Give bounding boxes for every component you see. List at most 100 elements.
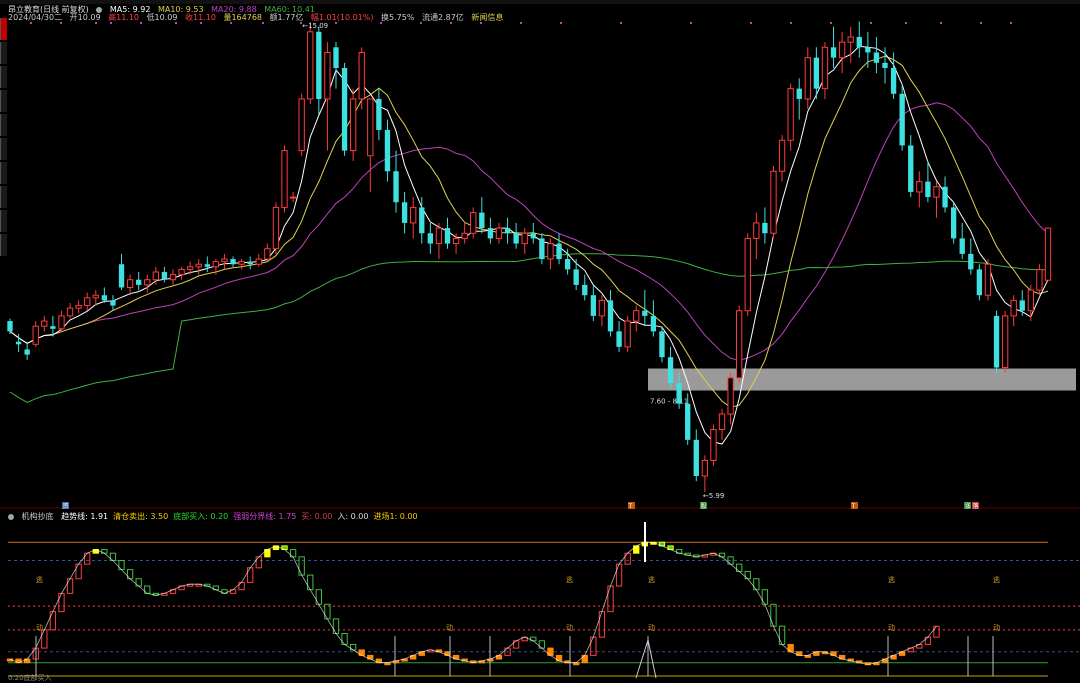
indicator-bar <box>49 611 57 631</box>
candle-body-up <box>186 266 194 270</box>
buy-spike <box>635 638 657 679</box>
candle-body-down <box>582 284 588 296</box>
indicator-bar <box>933 625 940 638</box>
candle-body-down <box>813 57 820 89</box>
ma10-line <box>9 55 1049 408</box>
candle-body-down <box>136 279 142 285</box>
signal-dot <box>200 22 202 24</box>
indicator-bar <box>770 603 777 627</box>
candle-body-up <box>1001 315 1009 369</box>
sell-signal-label: 逃 <box>566 575 573 584</box>
candle-body-down <box>341 67 348 151</box>
indicator-bar <box>761 589 769 605</box>
indicator-bar <box>247 567 254 583</box>
candle-body-up <box>727 377 734 415</box>
candle-body-up <box>624 320 631 348</box>
indicator-item-0: 趋势线: 1.91 <box>61 512 109 521</box>
indicator-bar <box>332 618 340 635</box>
candle-body-up <box>75 305 82 309</box>
candle-body-up <box>744 237 751 312</box>
candle-body-up <box>169 274 177 281</box>
candle-body-up <box>701 459 709 477</box>
candle-body-up <box>289 196 297 199</box>
signal-dot <box>110 22 112 24</box>
candle-body-down <box>556 243 562 260</box>
candle-body-down <box>333 47 339 68</box>
candle-body-down <box>504 228 511 234</box>
signal-dot <box>230 22 232 24</box>
candlestick-chart[interactable]: 7.60 - 8.11 ←15.09 ←5.99 资 T 股 T 涨落逃 逃 逃 逃 逃动 动 动 动 动 动 <box>0 0 1080 681</box>
signal-dot <box>980 22 982 24</box>
indicator-bar <box>624 552 631 565</box>
marker-text: T <box>628 503 633 510</box>
candle-body-up <box>281 150 288 208</box>
candle-body-down <box>161 271 168 280</box>
candle-body-up <box>452 237 460 245</box>
indicator-bar <box>615 563 623 587</box>
candle-body-up <box>212 261 220 268</box>
ma20-line <box>9 102 1049 361</box>
indicator-bar <box>298 556 305 576</box>
indicator-bar <box>598 611 606 638</box>
candle-body-down <box>444 228 451 244</box>
candle-body-up <box>152 271 159 281</box>
marker-text: T <box>851 503 856 510</box>
signal-dot <box>620 22 622 24</box>
signal-dot <box>300 22 302 24</box>
candle-body-down <box>667 357 674 384</box>
candle-body-down <box>564 259 571 270</box>
candle-body-up <box>410 206 417 224</box>
signal-dot <box>450 22 452 24</box>
candle-body-down <box>642 310 648 316</box>
candle-body-up <box>349 98 357 152</box>
candle-body-down <box>873 52 880 63</box>
candle-body-up <box>178 268 185 276</box>
candle-body-down <box>204 264 210 267</box>
candle-body-up <box>435 227 443 245</box>
signal-dot <box>905 22 907 24</box>
candle-body-up <box>787 88 794 141</box>
candle-body-down <box>573 269 579 285</box>
indicator-dot-icon[interactable] <box>8 513 14 520</box>
indicator-bar <box>58 592 65 613</box>
marker-text: 股 <box>701 503 707 510</box>
signal-dot <box>790 22 792 24</box>
candle-body-up <box>324 51 331 100</box>
candle-body-down <box>419 207 425 234</box>
candle-body-down <box>110 300 116 306</box>
candle-body-up <box>58 315 65 330</box>
candle-body-up <box>272 206 280 250</box>
buy-signal-label: 动 <box>446 623 453 632</box>
indicator-item-2: 底部买入: 0.20 <box>173 512 229 521</box>
buy-signal-label: 动 <box>36 623 43 632</box>
signal-dot <box>380 22 382 24</box>
candle-body-up <box>358 51 365 100</box>
signal-dot <box>175 22 177 24</box>
candle-body-down <box>762 222 768 234</box>
candle-body-up <box>598 299 606 317</box>
signal-dot <box>940 22 942 24</box>
candle-body-down <box>384 129 391 172</box>
signal-dot <box>335 22 337 24</box>
signal-dot <box>830 22 832 24</box>
candle-body-up <box>66 307 74 317</box>
candle-body-up <box>521 232 528 245</box>
signal-dot <box>95 22 97 24</box>
candle-body-down <box>513 233 519 244</box>
candle-body-down <box>685 403 691 440</box>
candle-body-up <box>126 279 134 288</box>
candle-body-up <box>933 186 940 198</box>
candle-body-down <box>607 300 614 332</box>
signal-dot <box>480 22 482 24</box>
candle-body-down <box>650 315 657 332</box>
indicator-bar <box>75 563 82 580</box>
sell-signal-label: 逃 <box>648 575 655 584</box>
marker-text: 资 <box>63 502 69 510</box>
indicator-items: 趋势线: 1.91 清仓卖出: 3.50 底部买入: 0.20 强弱分界线: 1.75… <box>61 512 423 521</box>
candle-body-down <box>590 295 596 316</box>
candle-body-down <box>950 207 957 239</box>
candle-body-up <box>307 31 314 100</box>
candle-body-up <box>778 139 786 172</box>
candle-body-down <box>15 341 22 345</box>
candle-body-down <box>659 331 665 358</box>
